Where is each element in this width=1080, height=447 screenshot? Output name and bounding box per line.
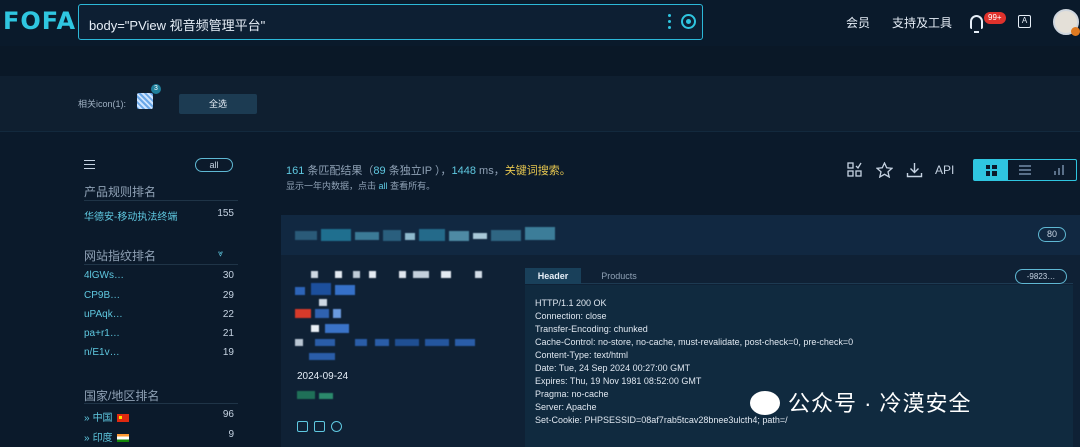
list-view-button[interactable] [1008,160,1042,180]
country-name[interactable]: 中国 [93,413,113,424]
redacted-host[interactable] [295,227,565,243]
summary-sub-prefix: 显示一年内数据，点击 [286,181,377,191]
grid-view-button[interactable] [974,160,1008,180]
match-count: 161 [286,165,305,177]
chevron-right-icon[interactable]: » [84,433,90,444]
more-options-icon[interactable] [668,14,672,30]
all-filter-pill[interactable]: all [195,158,233,172]
refresh-icon[interactable] [331,421,342,432]
wechat-watermark: 公众号 · 冷漠安全 [750,386,972,418]
funnel-icon[interactable]: ⩔ [218,248,223,259]
fingerprint-count: 19 [222,347,234,358]
bar-chart-icon [1053,165,1065,175]
fingerprint-count: 21 [222,328,234,339]
star-icon[interactable] [876,162,893,178]
ip-count: 89 [373,165,386,177]
india-flag-icon [116,434,129,443]
search-query-text[interactable]: body="PView 视音频管理平台" [89,15,265,34]
sliders-icon[interactable] [84,160,95,169]
fofa-logo[interactable]: FOFA [3,7,76,35]
fingerprint-hash[interactable]: uPAqk… [84,309,123,320]
favicon-thumbnail-icon[interactable] [137,93,153,109]
summary-subtext: 显示一年内数据，点击 all 查看所有。 [286,179,435,192]
nav-support-tools[interactable]: 支持及工具 [892,14,952,31]
product-count: 155 [217,208,234,219]
country-entry[interactable]: » 中国 [84,409,129,424]
list-icon [1019,165,1031,175]
product-rank-title: 产品规则排名 [84,185,157,199]
detail-tabs: Header Products [525,268,1073,284]
top-bar: FOFA body="PView 视音频管理平台" 会员 支持及工具 99+ A [0,0,1080,46]
fingerprint-hash[interactable]: CP9B… [84,290,120,301]
download-icon[interactable] [906,162,923,178]
related-icon-label: 相关icon(1): [78,99,127,109]
wechat-icon [750,391,780,416]
summary-text: 条匹配结果（ [304,165,374,177]
fingerprint-hash[interactable]: pa+r1… [84,328,120,339]
country-name[interactable]: 印度 [93,433,113,444]
product-name[interactable]: 华德安-移动执法终端 [84,208,177,223]
country-count: 9 [228,429,234,440]
favicon-count-badge: 3 [151,84,161,94]
summary-sub-suffix: 查看所有。 [390,181,436,191]
country-rank-title: 国家/地区排名 [84,389,160,403]
bell-icon[interactable] [970,15,983,33]
divider [84,200,238,201]
header-line: Connection: close [535,311,607,321]
search-input[interactable]: body="PView 视音频管理平台" [78,4,703,40]
fingerprint-count: 30 [222,270,234,281]
country-entry[interactable]: » 印度 [84,429,129,444]
avatar[interactable] [1053,9,1080,36]
fingerprint-hash[interactable]: n/E1v… [84,347,120,358]
grid-icon [985,164,997,176]
chevron-right-icon[interactable]: » [84,413,90,424]
fingerprint-rank-title: 网站指纹排名 [84,249,157,263]
cube-icon[interactable] [314,421,325,432]
result-date: 2024-09-24 [297,371,349,382]
icon-filter-band: 相关icon(1): 3 全选 [0,76,1080,132]
api-button[interactable]: API [935,163,954,177]
redacted-info [295,269,495,361]
header-line: HTTP/1.1 200 OK [535,298,607,308]
fingerprint-hash[interactable]: 4lGWs… [84,270,124,281]
result-summary: 161 条匹配结果（89 条独立IP ），1448 ms，关键词搜索。 [286,162,571,178]
divider [84,264,238,265]
search-icon[interactable] [681,14,696,29]
nav-membership[interactable]: 会员 [846,14,870,31]
divider [84,403,238,404]
country-count: 96 [222,409,234,420]
translate-icon[interactable]: A [1018,15,1031,28]
code-icon[interactable] [297,421,308,432]
header-line: Cache-Control: no-store, no-cache, must-… [535,337,854,347]
fingerprint-count: 29 [222,290,234,301]
tab-products[interactable]: Products [589,268,649,284]
notification-badge: 99+ [984,12,1006,24]
stats-view-button[interactable] [1042,160,1076,180]
summary-text: ms， [475,165,505,177]
keyword-search-link[interactable]: 关键词搜索。 [505,165,571,177]
select-icon[interactable] [847,162,862,177]
select-all-button[interactable]: 全选 [179,94,257,114]
tab-header[interactable]: Header [525,268,581,284]
result-actions [297,421,342,432]
header-line: Date: Tue, 24 Sep 2024 00:27:00 GMT [535,363,691,373]
sub-band [0,46,1080,76]
summary-text: 条独立IP ）， [385,165,452,177]
header-line: Content-Type: text/html [535,350,629,360]
redacted-org [297,391,337,401]
show-all-link[interactable]: all [379,181,388,191]
card-header: 80 [281,215,1080,255]
http-headers-panel: HTTP/1.1 200 OK Connection: close Transf… [525,285,1073,447]
port-badge[interactable]: 80 [1038,227,1066,242]
fingerprint-count: 22 [222,309,234,320]
icon-hash-badge[interactable]: -9823… [1015,269,1067,284]
view-toggle [973,159,1077,181]
header-line: Transfer-Encoding: chunked [535,324,648,334]
query-time: 1448 [451,165,476,177]
china-flag-icon [116,414,129,423]
watermark-text: 公众号 · 冷漠安全 [788,391,972,416]
